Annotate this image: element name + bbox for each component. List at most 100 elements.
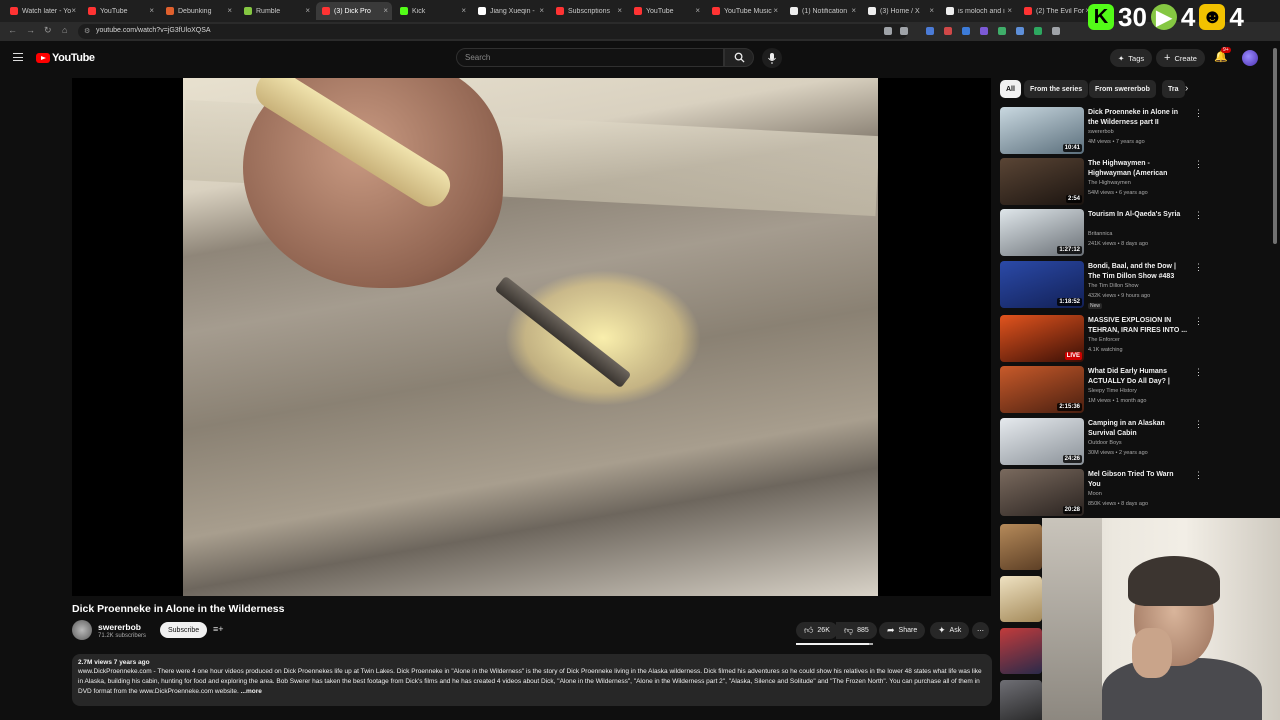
recommendation-thumbnail[interactable]: 2:54 — [1000, 158, 1084, 205]
recommendation-channel[interactable]: Britannica — [1088, 231, 1112, 237]
recommendation-item[interactable]: 24:26 Camping in an Alaskan Survival Cabi… — [1000, 418, 1206, 466]
recommendation-thumbnail[interactable]: 1:18:52 — [1000, 261, 1084, 308]
recommendation-title[interactable]: MASSIVE EXPLOSION IN TEHRAN, IRAN FIRES … — [1088, 316, 1188, 335]
recommendation-title[interactable]: Mel Gibson Tried To Warn You — [1088, 470, 1188, 489]
recommendation-channel[interactable]: Moon — [1088, 491, 1102, 497]
browser-tab[interactable]: (2) The Evil For× — [1018, 2, 1094, 20]
browser-tab[interactable]: Kick × — [394, 2, 470, 20]
tab-close-icon[interactable]: × — [461, 6, 466, 15]
tab-close-icon[interactable]: × — [851, 6, 856, 15]
video-frame[interactable] — [183, 78, 878, 596]
recommendation-item[interactable]: 1:27:12 Tourism In Al-Qaeda's Syria Britan… — [1000, 209, 1206, 257]
more-vertical-icon[interactable]: ⋮ — [1194, 108, 1203, 119]
forward-icon[interactable]: → — [26, 25, 35, 35]
extension-icon[interactable] — [1052, 27, 1060, 35]
more-vertical-icon[interactable]: ⋮ — [1194, 470, 1203, 481]
recommendation-thumbnail[interactable] — [1000, 524, 1042, 570]
tab-close-icon[interactable]: × — [149, 6, 154, 15]
menu-icon[interactable] — [13, 53, 23, 61]
extension-icon[interactable] — [1016, 27, 1024, 35]
recommendation-channel[interactable]: Outdoor Boys — [1088, 440, 1122, 446]
browser-tab[interactable]: YouTube × — [628, 2, 704, 20]
extension-icon[interactable] — [980, 27, 988, 35]
tab-close-icon[interactable]: × — [383, 6, 388, 15]
extension-icon[interactable] — [962, 27, 970, 35]
dislike-button[interactable]: 👎︎ 885 — [836, 622, 877, 639]
search-input[interactable] — [465, 53, 705, 62]
more-actions-button[interactable]: ⋯ — [972, 622, 989, 639]
chevron-right-icon[interactable]: › — [1185, 83, 1188, 94]
recommendation-item[interactable]: 2:54 The Highwaymen - Highwayman (America… — [1000, 158, 1206, 206]
recommendation-title[interactable]: What Did Early Humans ACTUALLY Do All Da… — [1088, 367, 1188, 386]
browser-tab[interactable]: Debunking × — [160, 2, 236, 20]
channel-avatar[interactable] — [72, 620, 92, 640]
recommendation-item[interactable]: 10:41 Dick Proenneke in Alone in the Wild… — [1000, 107, 1206, 155]
recommendation-title[interactable]: Tourism In Al-Qaeda's Syria — [1088, 210, 1188, 220]
browser-tab[interactable]: (3) Home / X × — [862, 2, 938, 20]
tab-close-icon[interactable]: × — [929, 6, 934, 15]
extension-icon[interactable] — [1034, 27, 1042, 35]
youtube-logo[interactable]: YouTube — [36, 52, 95, 64]
site-info-icon[interactable]: ⚙ — [84, 27, 90, 35]
recommendation-title[interactable]: Camping in an Alaskan Survival Cabin — [1088, 419, 1188, 438]
more-vertical-icon[interactable]: ⋮ — [1194, 210, 1203, 221]
recommendation-channel[interactable]: swererbob — [1088, 129, 1114, 135]
reload-icon[interactable]: ↻ — [44, 25, 52, 36]
subscribe-button[interactable]: Subscribe — [160, 622, 208, 638]
filter-chip[interactable]: From swererbob — [1089, 80, 1156, 98]
recommendation-title[interactable]: Bondi, Baal, and the Dow | The Tim Dillo… — [1088, 262, 1188, 281]
share-button[interactable]: ➦ Share — [879, 622, 926, 639]
more-vertical-icon[interactable]: ⋮ — [1194, 159, 1203, 170]
browser-tab[interactable]: YouTube × — [82, 2, 158, 20]
extension-icon[interactable] — [944, 27, 952, 35]
browser-tab[interactable]: Jiang Xueqin - × — [472, 2, 548, 20]
tab-close-icon[interactable]: × — [773, 6, 778, 15]
browser-tab[interactable]: Watch later - Yo × — [4, 2, 80, 20]
recommendation-channel[interactable]: The Tim Dillon Show — [1088, 283, 1138, 289]
home-icon[interactable]: ⌂ — [62, 25, 67, 35]
browser-tab[interactable]: (3) Dick Pro × — [316, 2, 392, 20]
recommendation-thumbnail[interactable] — [1000, 680, 1042, 720]
recommendation-item[interactable]: 20:28 Mel Gibson Tried To Warn You Moon 850… — [1000, 469, 1206, 517]
tab-close-icon[interactable]: × — [227, 6, 232, 15]
add-to-playlist-icon[interactable]: ≡+ — [213, 624, 224, 634]
browser-tab[interactable]: is moloch and i × — [940, 2, 1016, 20]
recommendation-thumbnail[interactable]: LIVE — [1000, 315, 1084, 362]
recommendation-thumbnail[interactable]: 10:41 — [1000, 107, 1084, 154]
browser-tab[interactable]: Subscriptions × — [550, 2, 626, 20]
recommendation-thumbnail[interactable] — [1000, 628, 1042, 674]
recommendation-thumbnail[interactable]: 1:27:12 — [1000, 209, 1084, 256]
tab-close-icon[interactable]: × — [695, 6, 700, 15]
account-avatar[interactable] — [1242, 50, 1258, 66]
address-bar[interactable]: ⚙ youtube.com/watch?v=jG3fUloXQSA — [78, 24, 908, 39]
tab-close-icon[interactable]: × — [539, 6, 544, 15]
recommendation-channel[interactable]: The Highwaymen — [1088, 180, 1131, 186]
cast-icon[interactable] — [884, 27, 892, 35]
filter-chip[interactable]: All — [1000, 80, 1021, 98]
filter-chip[interactable]: From the series — [1024, 80, 1089, 98]
create-button[interactable]: + Create — [1156, 49, 1205, 67]
more-vertical-icon[interactable]: ⋮ — [1194, 262, 1203, 273]
recommendation-title[interactable]: Dick Proenneke in Alone in the Wildernes… — [1088, 108, 1188, 127]
tab-close-icon[interactable]: × — [1007, 6, 1012, 15]
recommendation-channel[interactable]: Sleepy Time History — [1088, 388, 1137, 394]
recommendation-channel[interactable]: The Enforcer — [1088, 337, 1120, 343]
recommendation-title[interactable]: The Highwaymen - Highwayman (American Ou… — [1088, 159, 1188, 178]
search-box[interactable] — [456, 48, 724, 67]
recommendation-thumbnail[interactable] — [1000, 576, 1042, 622]
extension-icon[interactable] — [998, 27, 1006, 35]
channel-name[interactable]: swererbob — [98, 622, 141, 632]
search-button[interactable] — [724, 48, 754, 67]
ask-button[interactable]: ✦ Ask — [930, 622, 970, 639]
recommendation-thumbnail[interactable]: 20:28 — [1000, 469, 1084, 516]
tags-button[interactable]: ✦ Tags — [1110, 49, 1153, 67]
recommendation-thumbnail[interactable]: 24:26 — [1000, 418, 1084, 465]
description-box[interactable]: 2.7M views 7 years ago www.DickProenneke… — [72, 654, 992, 706]
tab-close-icon[interactable]: × — [305, 6, 310, 15]
recommendation-item[interactable]: 1:18:52 Bondi, Baal, and the Dow | The Ti… — [1000, 261, 1206, 309]
browser-tab[interactable]: (1) Notification × — [784, 2, 860, 20]
voice-search-button[interactable] — [762, 48, 782, 68]
tab-close-icon[interactable]: × — [71, 6, 76, 15]
browser-tab[interactable]: Rumble × — [238, 2, 314, 20]
show-more-link[interactable]: ...more — [241, 688, 262, 695]
